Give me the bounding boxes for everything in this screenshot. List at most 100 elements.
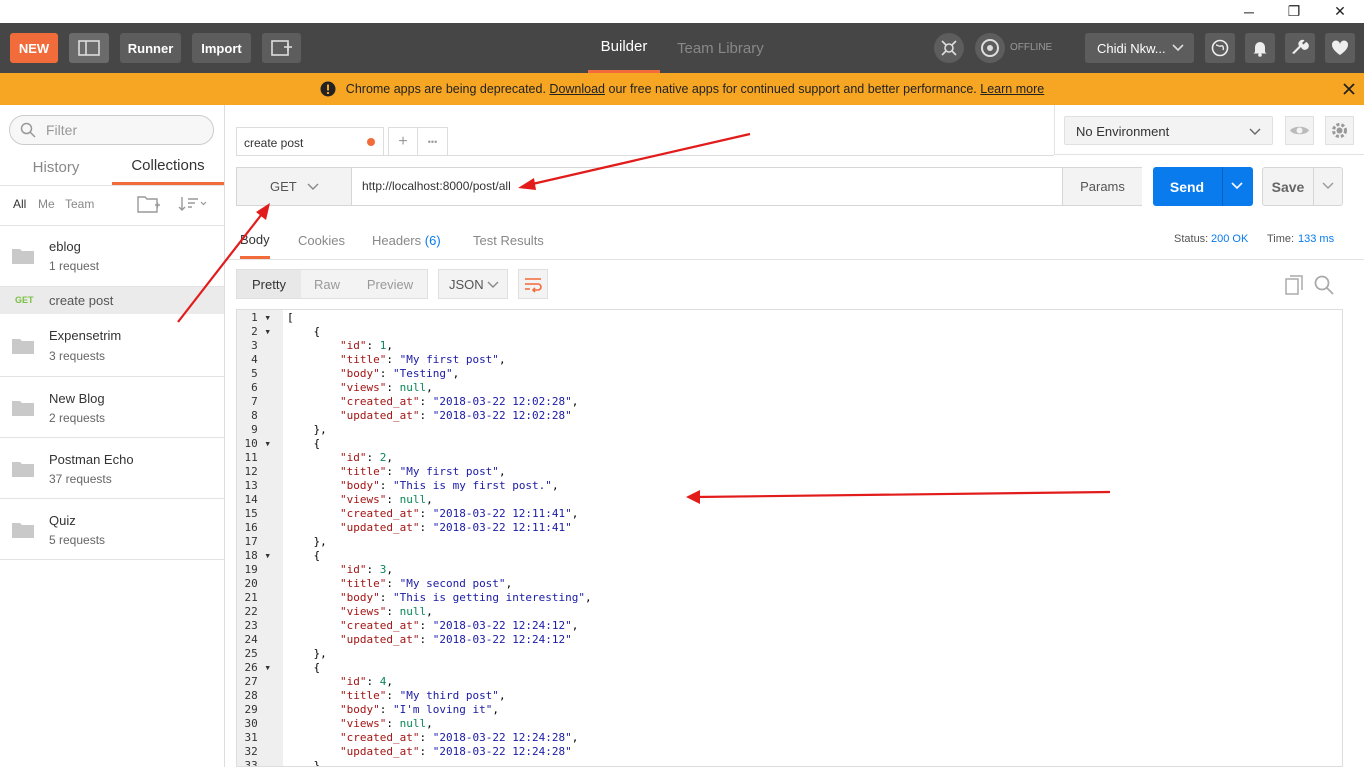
method-select[interactable]: GET — [237, 168, 352, 205]
filter-input[interactable]: Filter — [9, 115, 214, 145]
collection-count: 5 requests — [49, 533, 106, 547]
manage-environments-button[interactable] — [1325, 116, 1354, 145]
save-button[interactable]: Save — [1262, 167, 1343, 206]
chevron-down-icon[interactable] — [1231, 182, 1243, 190]
search-icon[interactable] — [1314, 275, 1334, 295]
tab-test-results[interactable]: Test Results — [473, 222, 544, 259]
tab-headers[interactable]: Headers (6) — [372, 222, 441, 259]
format-select[interactable]: JSON — [438, 269, 508, 299]
collection-quiz[interactable]: Quiz 5 requests — [0, 499, 224, 560]
sidebar-toggle-button[interactable] — [69, 33, 109, 63]
new-button[interactable]: NEW — [10, 33, 58, 63]
tab-body[interactable]: Body — [240, 222, 270, 259]
line-number: 26 ▾ — [244, 661, 272, 674]
filter-team[interactable]: Team — [65, 197, 94, 211]
import-button[interactable]: Import — [192, 33, 251, 63]
format-value: JSON — [449, 277, 484, 292]
chevron-down-icon — [307, 183, 319, 190]
environment-select[interactable]: No Environment — [1064, 116, 1273, 145]
chevron-down-icon — [1172, 44, 1184, 52]
folder-icon — [12, 523, 34, 538]
collection-new-blog[interactable]: New Blog 2 requests — [0, 377, 224, 438]
code-line: 29 "body": "I'm loving it", — [237, 703, 1337, 717]
notifications-button[interactable] — [1245, 33, 1275, 63]
code-line: 5 "body": "Testing", — [237, 367, 1337, 381]
heart-button[interactable] — [1325, 33, 1355, 63]
user-menu[interactable]: Chidi Nkw... — [1085, 33, 1194, 63]
runner-button[interactable]: Runner — [120, 33, 181, 63]
code-text: "updated_at": "2018-03-22 12:24:12" — [339, 633, 572, 646]
chevron-down-icon[interactable] — [1322, 182, 1334, 190]
line-number: 29 — [244, 703, 271, 716]
code-line: 16 "updated_at": "2018-03-22 12:11:41" — [237, 521, 1337, 535]
globe-button[interactable] — [1205, 33, 1235, 63]
code-line: 27 "id": 4, — [237, 675, 1337, 689]
view-pretty[interactable]: Pretty — [237, 270, 301, 298]
bell-icon — [1253, 42, 1267, 57]
line-number: 2 ▾ — [251, 325, 271, 338]
learn-more-link[interactable]: Learn more — [980, 82, 1044, 96]
line-number: 19 — [244, 563, 271, 576]
code-line: 8 "updated_at": "2018-03-22 12:02:28" — [237, 409, 1337, 423]
gear-icon — [1332, 123, 1347, 138]
code-text: "views": null, — [339, 605, 433, 618]
request-item-create-post[interactable]: GET create post — [0, 287, 224, 314]
filter-all[interactable]: All — [13, 197, 26, 211]
code-line: 1 ▾ [ — [237, 311, 1337, 325]
offline-status: OFFLINE — [1010, 42, 1053, 53]
quick-look-button[interactable] — [1285, 116, 1314, 145]
url-bar: GET http://localhost:8000/post/all Param… — [236, 167, 1142, 206]
unsaved-dot — [367, 138, 375, 146]
line-number: 4 — [251, 353, 271, 366]
code-line: 31 "created_at": "2018-03-22 12:24:28", — [237, 731, 1337, 745]
sort-icon[interactable] — [178, 195, 208, 213]
sync-button[interactable] — [975, 33, 1005, 63]
collection-name: Expensetrim — [49, 328, 122, 343]
new-folder-icon[interactable] — [137, 194, 161, 214]
collection-eblog[interactable]: eblog 1 request — [0, 226, 224, 287]
tab-history[interactable]: History — [0, 149, 112, 185]
tab-collections[interactable]: Collections — [112, 149, 224, 185]
code-line: 25 }, — [237, 647, 1337, 661]
code-line: 17 }, — [237, 535, 1337, 549]
download-link[interactable]: Download — [549, 82, 605, 96]
environment-value: No Environment — [1076, 124, 1170, 139]
window-titlebar: ─ ❐ ✕ — [0, 0, 1364, 23]
collection-name: Postman Echo — [49, 452, 134, 467]
wrap-lines-button[interactable] — [518, 269, 548, 299]
new-window-button[interactable] — [262, 33, 301, 63]
new-window-icon — [270, 40, 292, 56]
line-number: 24 — [244, 633, 271, 646]
response-body-editor[interactable]: 1 ▾[2 ▾ {3 "id": 1, 4 "title": "My first … — [236, 309, 1343, 767]
headers-label: Headers — [372, 233, 422, 248]
interceptor-button[interactable] — [934, 33, 964, 63]
send-button[interactable]: Send — [1153, 167, 1253, 206]
add-tab-button[interactable]: + — [389, 128, 419, 156]
tab-more-button[interactable]: ••• — [418, 128, 447, 156]
restore-button[interactable]: ❐ — [1271, 0, 1317, 23]
minimize-button[interactable]: ─ — [1226, 0, 1272, 23]
line-number: 17 — [244, 535, 271, 548]
code-text: "views": null, — [339, 717, 433, 730]
status-value: 200 OK — [1211, 233, 1249, 245]
url-input[interactable]: http://localhost:8000/post/all — [362, 179, 511, 193]
settings-button[interactable] — [1285, 33, 1315, 63]
code-line: 20 "title": "My second post", — [237, 577, 1337, 591]
close-icon[interactable] — [1343, 83, 1355, 95]
line-number: 12 — [244, 465, 271, 478]
code-line: 26 ▾ { — [237, 661, 1337, 675]
request-tab-create-post[interactable]: create post — [236, 127, 384, 156]
tab-cookies[interactable]: Cookies — [298, 222, 345, 259]
code-text: }, — [287, 535, 327, 548]
params-button[interactable]: Params — [1062, 168, 1142, 205]
view-raw[interactable]: Raw — [301, 270, 353, 298]
close-window-button[interactable]: ✕ — [1317, 0, 1363, 23]
view-preview[interactable]: Preview — [353, 270, 427, 298]
tab-builder[interactable]: Builder — [588, 23, 660, 73]
collection-postman-echo[interactable]: Postman Echo 37 requests — [0, 438, 224, 499]
collection-expensetrim[interactable]: Expensetrim 3 requests — [0, 314, 224, 377]
copy-icon[interactable] — [1285, 275, 1305, 295]
filter-me[interactable]: Me — [38, 197, 55, 211]
tab-team-library[interactable]: Team Library — [677, 23, 764, 73]
code-text: "created_at": "2018-03-22 12:02:28", — [339, 395, 579, 408]
